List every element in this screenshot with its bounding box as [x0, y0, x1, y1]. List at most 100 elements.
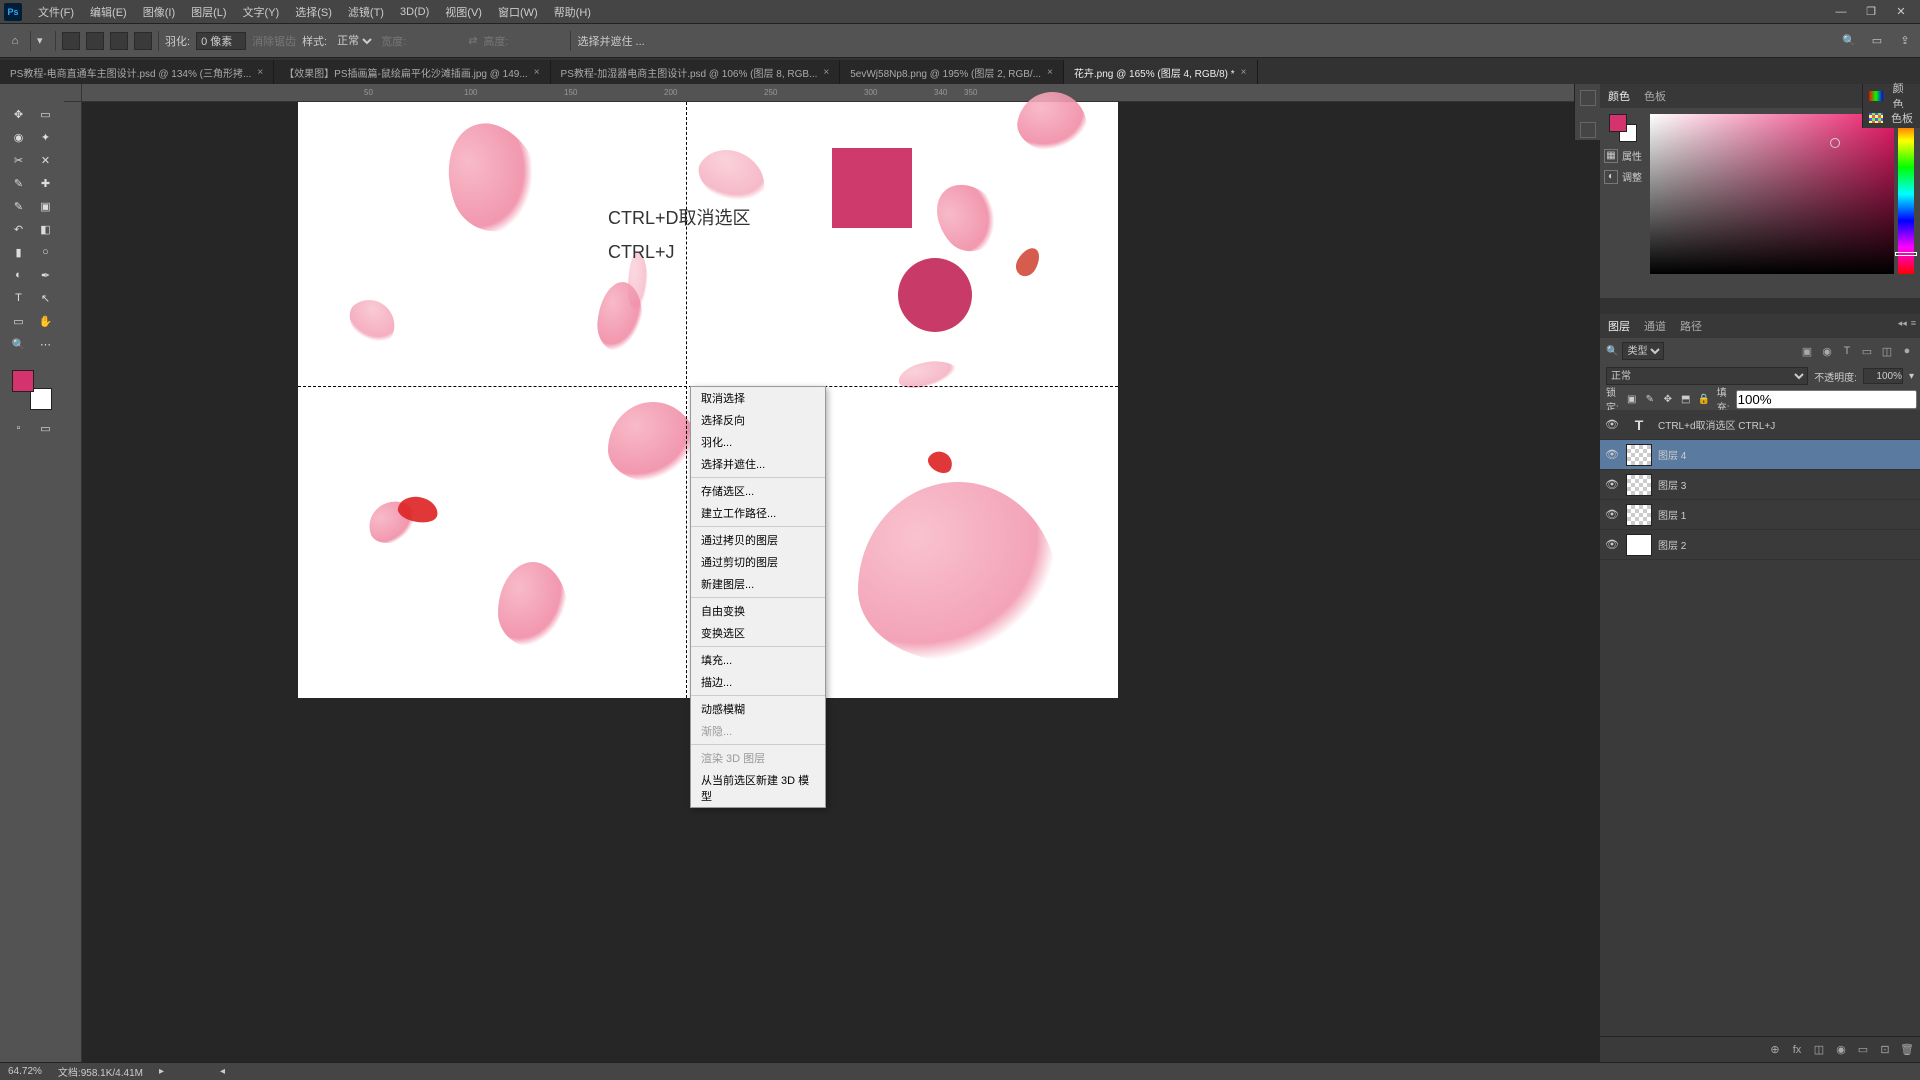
tab-swatches-2[interactable]: 色板: [1891, 110, 1913, 126]
ctx-make-workpath[interactable]: 建立工作路径...: [691, 502, 825, 524]
tab-doc-3[interactable]: PS教程-加湿器电商主图设计.psd @ 106% (图层 8, RGB...×: [551, 60, 841, 84]
workspaces-icon[interactable]: ▭: [1868, 32, 1886, 50]
eraser-tool[interactable]: ◧: [34, 219, 58, 239]
menu-type[interactable]: 文字(Y): [235, 0, 288, 24]
menu-file[interactable]: 文件(F): [30, 0, 82, 24]
fill-input[interactable]: [1736, 390, 1917, 409]
selection-add-icon[interactable]: [86, 32, 104, 50]
wand-tool[interactable]: ✦: [34, 127, 58, 147]
link-layers-icon[interactable]: ⊕: [1768, 1043, 1782, 1057]
filter-shape-icon[interactable]: ▭: [1860, 344, 1874, 358]
side-adjustments[interactable]: ◐调整: [1604, 169, 1642, 184]
lock-move-icon[interactable]: ✥: [1661, 392, 1675, 406]
lasso-tool[interactable]: ◉: [7, 127, 31, 147]
collapsed-panel-adjust-icon[interactable]: [1580, 122, 1596, 138]
select-mask-button[interactable]: 选择并遮住 ...: [577, 33, 644, 49]
blur-tool[interactable]: ○: [34, 242, 58, 262]
canvas[interactable]: CTRL+D取消选区 CTRL+J 取消选择 选择反向 羽化... 选择并遮住.…: [298, 102, 1118, 698]
menu-view[interactable]: 视图(V): [437, 0, 490, 24]
gradient-tool[interactable]: ▮: [7, 242, 31, 262]
group-icon[interactable]: ▭: [1856, 1043, 1870, 1057]
filter-type-icon[interactable]: T: [1840, 344, 1854, 358]
layer-filter-select[interactable]: 类型: [1622, 342, 1664, 360]
share-icon[interactable]: ⇪: [1896, 32, 1914, 50]
doc-size[interactable]: 文档:958.1K/4.41M: [58, 1064, 143, 1079]
menu-help[interactable]: 帮助(H): [546, 0, 599, 24]
eye-icon[interactable]: 👁: [1604, 538, 1620, 551]
tab-paths[interactable]: 路径: [1680, 318, 1702, 334]
new-layer-icon[interactable]: ⊡: [1878, 1043, 1892, 1057]
quickmask-tool[interactable]: ▫: [7, 418, 31, 438]
filter-pixel-icon[interactable]: ▣: [1800, 344, 1814, 358]
layer-name[interactable]: CTRL+d取消选区 CTRL+J: [1658, 417, 1916, 432]
panel-menu-icon[interactable]: ≡: [1911, 318, 1916, 329]
filter-adjust-icon[interactable]: ◉: [1820, 344, 1834, 358]
path-tool[interactable]: ↖: [34, 288, 58, 308]
lock-artboard-icon[interactable]: ⬒: [1679, 392, 1693, 406]
layer-name[interactable]: 图层 4: [1658, 447, 1916, 462]
selection-subtract-icon[interactable]: [110, 32, 128, 50]
adjustment-icon[interactable]: ◉: [1834, 1043, 1848, 1057]
ctx-free-transform[interactable]: 自由变换: [691, 600, 825, 622]
eye-icon[interactable]: 👁: [1604, 478, 1620, 491]
lock-all-icon[interactable]: 🔒: [1697, 392, 1711, 406]
brush-tool[interactable]: ✎: [7, 196, 31, 216]
tab-channels[interactable]: 通道: [1644, 318, 1666, 334]
rectangle-tool[interactable]: ▭: [7, 311, 31, 331]
dodge-tool[interactable]: ◐: [7, 265, 31, 285]
color-field[interactable]: [1650, 114, 1894, 274]
hand-tool[interactable]: ✋: [34, 311, 58, 331]
ctx-new-layer[interactable]: 新建图层...: [691, 573, 825, 595]
menu-edit[interactable]: 编辑(E): [82, 0, 135, 24]
mini-swatches[interactable]: [1609, 114, 1637, 142]
home-icon[interactable]: ⌂: [6, 32, 24, 50]
tab-doc-4[interactable]: 5evWj58Np8.png @ 195% (图层 2, RGB/...×: [840, 60, 1064, 84]
tab-color[interactable]: 颜色: [1608, 88, 1630, 104]
menu-image[interactable]: 图像(I): [135, 0, 183, 24]
layer-row[interactable]: 👁 图层 3: [1600, 470, 1920, 500]
blend-mode-select[interactable]: 正常: [1606, 367, 1808, 385]
ctx-save-selection[interactable]: 存储选区...: [691, 480, 825, 502]
eyedropper-tool[interactable]: ✎: [7, 173, 31, 193]
ctx-inverse[interactable]: 选择反向: [691, 409, 825, 431]
zoom-level[interactable]: 64.72%: [8, 1066, 42, 1077]
selection-new-icon[interactable]: [62, 32, 80, 50]
heal-tool[interactable]: ✚: [34, 173, 58, 193]
layer-row[interactable]: 👁 图层 1: [1600, 500, 1920, 530]
delete-layer-icon[interactable]: 🗑: [1900, 1043, 1914, 1057]
tab-doc-5[interactable]: 花卉.png @ 165% (图层 4, RGB/8) *×: [1064, 60, 1258, 84]
menu-select[interactable]: 选择(S): [287, 0, 340, 24]
filter-smart-icon[interactable]: ◫: [1880, 344, 1894, 358]
window-close-icon[interactable]: ✕: [1886, 2, 1916, 22]
layer-name[interactable]: 图层 3: [1658, 477, 1916, 492]
ctx-transform-selection[interactable]: 变换选区: [691, 622, 825, 644]
eye-icon[interactable]: 👁: [1604, 448, 1620, 461]
layer-name[interactable]: 图层 2: [1658, 537, 1916, 552]
ruler-horizontal[interactable]: 50 100 150 200 250 300 340 350: [64, 84, 1600, 102]
ruler-vertical[interactable]: [64, 102, 82, 1062]
lock-position-icon[interactable]: ✎: [1643, 392, 1657, 406]
collapse-icon[interactable]: ◂◂: [1898, 318, 1907, 329]
menu-window[interactable]: 窗口(W): [490, 0, 546, 24]
tab-doc-2[interactable]: 【效果图】PS插画篇-鼠绘扁平化沙滩插画.jpg @ 149...×: [274, 60, 550, 84]
mask-icon[interactable]: ◫: [1812, 1043, 1826, 1057]
tab-layers[interactable]: 图层: [1608, 318, 1630, 334]
close-icon[interactable]: ×: [823, 67, 829, 78]
menu-3d[interactable]: 3D(D): [392, 2, 437, 22]
history-brush-tool[interactable]: ↶: [7, 219, 31, 239]
artboard-tool[interactable]: ▭: [34, 104, 58, 124]
tab-doc-1[interactable]: PS教程-电商直通车主图设计.psd @ 134% (三角形拷...×: [0, 60, 274, 84]
ctx-select-mask[interactable]: 选择并遮住...: [691, 453, 825, 475]
crop-tool[interactable]: ✂: [7, 150, 31, 170]
side-properties[interactable]: ▦属性: [1604, 148, 1642, 163]
stamp-tool[interactable]: ▣: [34, 196, 58, 216]
type-tool[interactable]: T: [7, 288, 31, 308]
ctx-new-3d-from-sel[interactable]: 从当前选区新建 3D 模型: [691, 769, 825, 807]
ctx-layer-via-copy[interactable]: 通过拷贝的图层: [691, 529, 825, 551]
ctx-motion-blur[interactable]: 动感模糊: [691, 698, 825, 720]
collapsed-panel-properties-icon[interactable]: [1580, 90, 1596, 106]
eye-icon[interactable]: 👁: [1604, 508, 1620, 521]
feather-input[interactable]: [196, 32, 246, 50]
color-swatches[interactable]: [12, 370, 52, 410]
pen-tool[interactable]: ✒: [34, 265, 58, 285]
